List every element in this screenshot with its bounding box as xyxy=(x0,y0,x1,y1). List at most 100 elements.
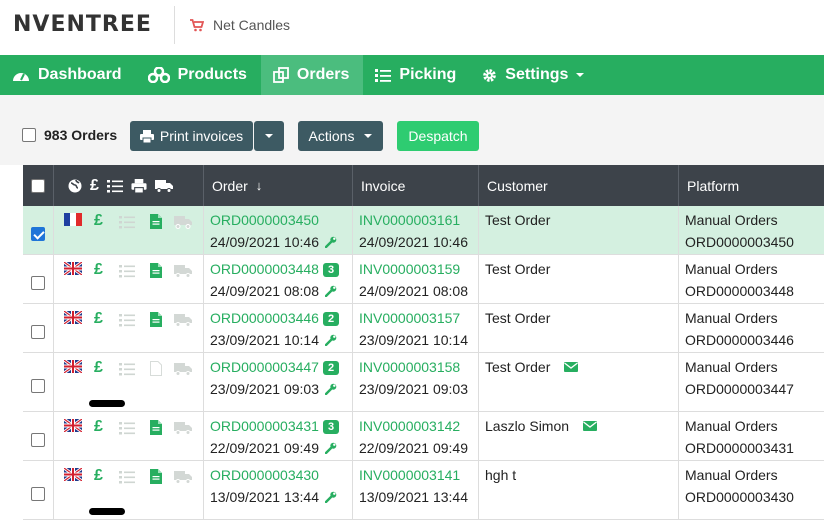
wrench-icon[interactable] xyxy=(324,490,337,506)
customer-cell: Test Order xyxy=(479,304,679,352)
row-checkbox[interactable] xyxy=(31,378,45,393)
invoice-document-icon[interactable] xyxy=(150,469,162,487)
wrench-icon[interactable] xyxy=(324,235,337,251)
nav-picking[interactable]: Picking xyxy=(363,55,470,95)
nav-products[interactable]: Products xyxy=(136,55,261,95)
wrench-icon[interactable] xyxy=(324,333,337,349)
invoice-document-icon[interactable] xyxy=(150,312,162,330)
column-platform[interactable]: Platform xyxy=(679,165,824,206)
print-invoices-button[interactable]: Print invoices xyxy=(130,121,253,151)
order-number-link[interactable]: ORD0000003431 xyxy=(210,418,319,434)
header-checkbox[interactable] xyxy=(31,178,45,193)
row-checkbox[interactable] xyxy=(31,226,45,241)
row-icons-cell: £ xyxy=(54,304,204,352)
row-select-cell xyxy=(23,412,54,460)
despatch-label: Despatch xyxy=(408,128,468,144)
print-icon xyxy=(139,129,154,143)
truck-icon xyxy=(154,179,173,193)
nav-dashboard[interactable]: Dashboard xyxy=(0,55,136,95)
actions-label: Actions xyxy=(308,128,355,144)
header-icons-cell: £ xyxy=(54,165,204,206)
platform-reference: ORD0000003448 xyxy=(685,283,794,299)
table-row[interactable]: £ ORD0000003431 3 22/09/2021 09:49 INV00000… xyxy=(23,412,824,461)
despatch-truck-icon xyxy=(174,215,192,232)
store-selector[interactable]: Net Candles xyxy=(190,17,290,33)
order-number-link[interactable]: ORD0000003448 xyxy=(210,261,319,277)
invoice-document-icon[interactable] xyxy=(150,420,162,438)
customer-cell: Test Order xyxy=(479,353,679,411)
row-select-cell xyxy=(23,461,54,519)
row-checkbox[interactable] xyxy=(31,432,45,447)
invoice-number-link[interactable]: INV0000003161 xyxy=(359,212,460,228)
platform-cell: Manual Orders ORD0000003448 xyxy=(679,255,824,303)
order-date: 23/09/2021 10:14 xyxy=(210,332,319,348)
invoice-cell: INV0000003159 24/09/2021 08:08 xyxy=(353,255,479,303)
order-cell: ORD0000003431 3 22/09/2021 09:49 xyxy=(204,412,353,460)
pound-icon: £ xyxy=(94,261,103,278)
row-checkbox[interactable] xyxy=(31,275,45,290)
row-icons-cell: £ xyxy=(54,353,204,411)
invoice-number-link[interactable]: INV0000003142 xyxy=(359,418,460,434)
order-number-link[interactable]: ORD0000003430 xyxy=(210,467,319,483)
table-row[interactable]: £ ORD0000003450 24/09/2021 10:46 INV000000… xyxy=(23,206,824,255)
platform-reference: ORD0000003446 xyxy=(685,332,794,348)
column-order[interactable]: Order ↓ xyxy=(204,165,353,206)
select-all-checkbox[interactable] xyxy=(22,128,36,142)
invoice-document-icon[interactable] xyxy=(150,263,162,281)
despatch-truck-icon xyxy=(174,421,192,438)
country-flag-icon xyxy=(64,213,82,229)
order-number-link[interactable]: ORD0000003446 xyxy=(210,310,319,326)
invoice-number-link[interactable]: INV0000003158 xyxy=(359,359,460,375)
invoice-document-icon[interactable] xyxy=(150,214,162,232)
email-icon[interactable] xyxy=(583,418,598,434)
nav-label: Dashboard xyxy=(38,66,122,83)
nav-settings[interactable]: Settings xyxy=(470,55,598,95)
invoice-date: 22/09/2021 09:49 xyxy=(359,440,468,456)
customer-name: hgh t xyxy=(485,467,517,483)
despatch-button[interactable]: Despatch xyxy=(397,121,479,151)
column-label: Invoice xyxy=(361,177,406,194)
table-row[interactable]: £ ORD0000003446 2 23/09/2021 10:14 INV00000… xyxy=(23,304,824,353)
print-invoices-label: Print invoices xyxy=(159,128,244,144)
platform-reference: ORD0000003447 xyxy=(685,381,794,397)
country-flag-icon xyxy=(63,358,83,376)
platform-name: Manual Orders xyxy=(685,467,778,483)
platform-cell: Manual Orders ORD0000003430 xyxy=(679,461,824,519)
wrench-icon[interactable] xyxy=(324,284,337,300)
despatch-truck-icon xyxy=(174,362,192,379)
row-icons-cell: £ xyxy=(54,461,204,519)
invoice-number-link[interactable]: INV0000003141 xyxy=(359,467,460,483)
item-count-badge: 2 xyxy=(322,312,340,326)
print-options-dropdown[interactable] xyxy=(254,121,284,151)
actions-button[interactable]: Actions xyxy=(298,121,383,151)
row-checkbox[interactable] xyxy=(31,486,45,501)
row-checkbox[interactable] xyxy=(31,324,45,339)
invoice-number-link[interactable]: INV0000003157 xyxy=(359,310,460,326)
table-row[interactable]: £ ORD0000003447 2 23/09/2021 09:03 INV00000… xyxy=(23,353,824,412)
wrench-icon[interactable] xyxy=(324,382,337,398)
nav-label: Settings xyxy=(505,66,569,83)
invoice-document-icon[interactable] xyxy=(150,361,162,379)
table-row[interactable]: £ ORD0000003430 13/09/2021 13:44 INV000000… xyxy=(23,461,824,520)
platform-cell: Manual Orders ORD0000003447 xyxy=(679,353,824,411)
table-row[interactable]: £ ORD0000003448 3 24/09/2021 08:08 INV00000… xyxy=(23,255,824,304)
order-number-link[interactable]: ORD0000003450 xyxy=(210,212,319,228)
order-cell: ORD0000003446 2 23/09/2021 10:14 xyxy=(204,304,353,352)
order-date: 13/09/2021 13:44 xyxy=(210,489,319,505)
wrench-icon[interactable] xyxy=(324,441,337,457)
row-select-cell xyxy=(23,304,54,352)
pick-list-icon xyxy=(119,362,135,379)
row-select-cell xyxy=(23,353,54,411)
email-icon[interactable] xyxy=(564,359,579,375)
toolbar: 983 Orders Print invoices Actions Despat… xyxy=(0,95,824,165)
column-invoice[interactable]: Invoice xyxy=(353,165,479,206)
country-flag-icon xyxy=(63,309,83,327)
column-customer[interactable]: Customer xyxy=(479,165,679,206)
app-logo[interactable]: NVENTREE xyxy=(13,12,152,37)
order-number-link[interactable]: ORD0000003447 xyxy=(210,359,319,375)
platform-name: Manual Orders xyxy=(685,212,778,228)
order-cell: ORD0000003448 3 24/09/2021 08:08 xyxy=(204,255,353,303)
dashboard-icon xyxy=(13,73,29,81)
nav-orders[interactable]: Orders xyxy=(260,55,364,95)
invoice-number-link[interactable]: INV0000003159 xyxy=(359,261,460,277)
